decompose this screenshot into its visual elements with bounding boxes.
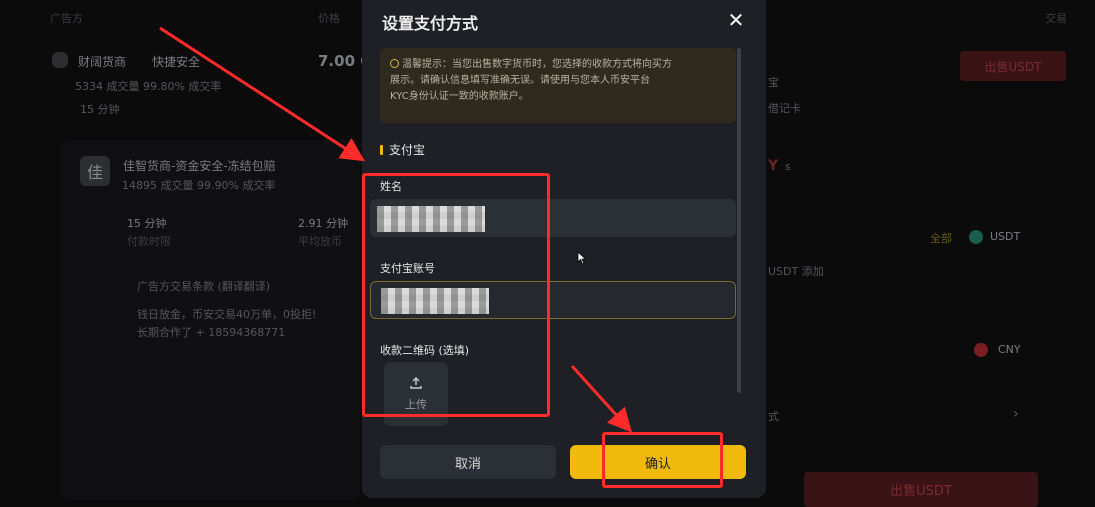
- close-icon[interactable]: ✕: [724, 8, 748, 32]
- merchant2-stats: 14895 成交量 99.90% 成交率: [122, 179, 276, 192]
- notice-box: 温馨提示：当您出售数字货币时，您选择的收款方式将向买方 展示。请确认信息填写准确…: [380, 48, 736, 123]
- info-icon: [390, 59, 399, 68]
- confirm-button[interactable]: 确认: [570, 445, 746, 479]
- notice-line-1: 温馨提示：当您出售数字货币时，您选择的收款方式将向买方: [390, 57, 726, 73]
- usdt-coin-icon: [969, 230, 983, 244]
- right-way-text: 式: [768, 410, 779, 423]
- ad-terms-line1: 钱日放金，币安交易40万单，0投拒!: [137, 308, 317, 321]
- section-alipay: 支付宝: [380, 141, 425, 158]
- filter-all[interactable]: 全部: [930, 230, 952, 246]
- sell-usdt-button-bottom[interactable]: 出售USDT: [804, 472, 1038, 507]
- right-add-text: USDT 添加: [768, 265, 824, 278]
- header-trade: 交易: [1045, 12, 1067, 25]
- notice-line-3: KYC身份认证一致的收款账户。: [390, 91, 529, 102]
- coin-usdt[interactable]: USDT: [990, 230, 1020, 243]
- merchant1-name[interactable]: 财阔货商: [78, 53, 126, 70]
- merchant2-avatar: 佳: [80, 156, 110, 186]
- merchant1-tag: 快捷安全: [152, 55, 201, 69]
- merchant2-name[interactable]: 佳智货商-资金安全-冻结包赔: [123, 157, 276, 174]
- right-s-text: s: [785, 160, 791, 173]
- right-snippet-1: 宝: [768, 76, 779, 89]
- name-input[interactable]: [370, 199, 736, 237]
- upload-icon: [410, 377, 422, 389]
- cancel-button[interactable]: 取消: [380, 445, 556, 479]
- alipay-account-input[interactable]: [370, 281, 736, 319]
- merchant2-time-label: 付款时限: [127, 235, 171, 248]
- redacted-name: [377, 206, 485, 232]
- upload-qr-button[interactable]: 上传: [384, 362, 448, 426]
- sell-usdt-button-top[interactable]: 出售USDT: [960, 51, 1066, 81]
- modal-title: 设置支付方式: [382, 14, 479, 33]
- merchant2-avg-value: 2.91 分钟: [298, 217, 348, 230]
- merchant2-time-value: 15 分钟: [127, 217, 167, 230]
- header-advertiser: 广告方: [50, 12, 83, 25]
- ad-terms-line2: 长期合作了 + 18594368771: [137, 326, 286, 339]
- notice-line-2: 展示。请确认信息填写准确无误。请使用与您本人币安平台: [390, 75, 650, 86]
- right-snippet-2: 借记卡: [768, 102, 801, 115]
- cny-coin-icon: [974, 343, 988, 357]
- ad-terms-title: 广告方交易条款 (翻译翻译): [137, 280, 271, 293]
- merchant1-time: 15 分钟: [80, 103, 120, 116]
- section-title: 支付宝: [389, 143, 426, 157]
- merchant2-avg-label: 平均放币: [298, 235, 342, 248]
- header-price: 价格: [318, 12, 340, 25]
- right-y-text: Y: [768, 158, 779, 174]
- name-label: 姓名: [380, 180, 402, 193]
- qr-label: 收款二维码 (选填): [380, 344, 470, 357]
- section-marker: [380, 144, 383, 155]
- coin-cny[interactable]: CNY: [998, 343, 1021, 356]
- merchant1-avatar: [52, 52, 68, 68]
- modal-scrollbar[interactable]: [737, 48, 741, 393]
- redacted-account: [381, 288, 489, 314]
- cursor-icon: [577, 251, 587, 265]
- payment-method-modal: 设置支付方式 ✕ 温馨提示：当您出售数字货币时，您选择的收款方式将向买方 展示。…: [362, 0, 766, 498]
- account-label: 支付宝账号: [380, 262, 435, 275]
- chevron-right-icon[interactable]: ›: [1013, 406, 1019, 422]
- merchant1-stats: 5334 成交量 99.80% 成交率: [75, 80, 222, 93]
- upload-label: 上传: [405, 398, 427, 411]
